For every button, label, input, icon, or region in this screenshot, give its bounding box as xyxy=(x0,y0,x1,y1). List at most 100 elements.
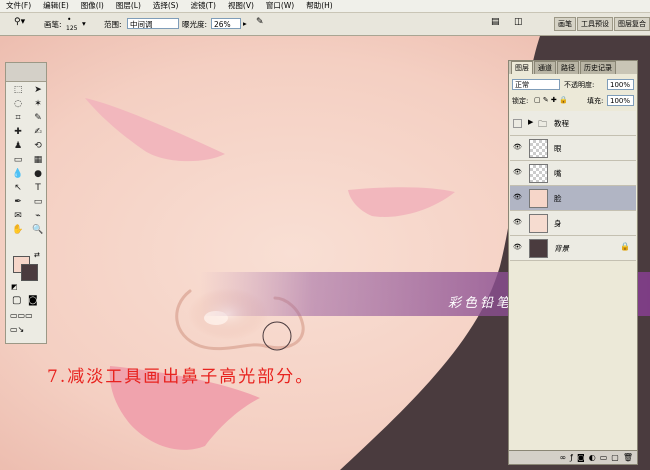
layer-style-icon[interactable]: ƒ xyxy=(570,453,573,462)
history-brush-tool-icon[interactable]: ⟲ xyxy=(29,140,47,153)
menu-help[interactable]: 帮助(H) xyxy=(300,0,339,12)
range-label: 范围: xyxy=(104,20,122,29)
eye-icon[interactable]: 👁 xyxy=(513,194,522,201)
screen-mode-icons[interactable]: ▭▭▭ xyxy=(10,311,33,320)
zoom-tool-icon[interactable]: 🔍 xyxy=(29,224,47,237)
background-color-swatch[interactable] xyxy=(21,264,38,281)
lock-icon: 🔒 xyxy=(620,242,630,251)
crop-tool-icon[interactable]: ⌗ xyxy=(9,112,27,125)
mask-icon[interactable]: ◙ xyxy=(577,453,585,462)
shape-tool-icon[interactable]: ▭ xyxy=(29,196,47,209)
toolbox: ⬚ ➤ ◌ ✶ ⌗ ✎ ✚ ✍ ♟ ⟲ ▭ ▦ 💧 ● ↖ T ✒ ▭ ✉ ⌁ … xyxy=(5,62,47,344)
layers-panel: 图层 通道 路径 历史记录 正常 不透明度: 100% 锁定: ▢ ✎ ✚ 🔒 … xyxy=(508,60,638,465)
layer-name: 教程 xyxy=(554,119,569,128)
layer-name: 身 xyxy=(554,219,562,228)
layer-row-selected[interactable]: 👁 脸 xyxy=(510,186,636,211)
lock-label: 锁定: xyxy=(512,97,529,105)
brush-tool-icon[interactable]: ✍ xyxy=(29,126,47,139)
file-browser-icon[interactable]: ▤ xyxy=(491,17,500,27)
tab-layers[interactable]: 图层 xyxy=(511,61,533,74)
type-tool-icon[interactable]: T xyxy=(29,182,47,195)
tab-channels[interactable]: 通道 xyxy=(534,61,556,74)
layer-row-background[interactable]: 👁 背景 🔒 xyxy=(510,236,636,261)
jump-to-imageready-icon[interactable]: ▭↘ xyxy=(10,325,24,334)
adjustment-layer-icon[interactable]: ◐ xyxy=(589,453,596,462)
opacity-input[interactable]: 100% xyxy=(607,79,634,90)
fill-label: 填充: xyxy=(587,97,604,105)
dodge-tool-icon[interactable]: ● xyxy=(29,168,47,181)
menu-layer[interactable]: 图层(L) xyxy=(110,0,147,12)
menu-view[interactable]: 视图(V) xyxy=(222,0,260,12)
fill-input[interactable]: 100% xyxy=(607,95,634,106)
new-layer-icon[interactable]: ▢ xyxy=(611,453,619,462)
visibility-toggle[interactable] xyxy=(513,119,522,128)
standard-mode-icon[interactable]: ▢ xyxy=(12,295,21,306)
path-selection-tool-icon[interactable]: ↖ xyxy=(9,182,27,195)
layer-row[interactable]: 👁 嘴 xyxy=(510,161,636,186)
healing-brush-tool-icon[interactable]: ✚ xyxy=(9,126,27,139)
panel-tabs: 图层 通道 路径 历史记录 xyxy=(509,61,637,74)
brush-dropdown-icon[interactable]: ▾ xyxy=(82,19,86,28)
menu-filter[interactable]: 滤镜(T) xyxy=(185,0,222,12)
menu-image[interactable]: 图像(I) xyxy=(75,0,110,12)
layer-row[interactable]: 👁 身 xyxy=(510,211,636,236)
brush-size: 125 xyxy=(66,25,78,32)
range-select[interactable]: 中间调 xyxy=(127,18,179,29)
marquee-tool-icon[interactable]: ⬚ xyxy=(9,84,27,97)
layer-row-folder[interactable]: ▶ 🗀 教程 xyxy=(510,111,636,136)
menu-window[interactable]: 窗口(W) xyxy=(260,0,300,12)
menu-select[interactable]: 选择(S) xyxy=(147,0,185,12)
move-tool-icon[interactable]: ➤ xyxy=(29,84,47,97)
magic-wand-tool-icon[interactable]: ✶ xyxy=(29,98,47,111)
tab-history[interactable]: 历史记录 xyxy=(580,61,616,74)
slice-tool-icon[interactable]: ✎ xyxy=(29,112,47,125)
lasso-tool-icon[interactable]: ◌ xyxy=(9,98,27,111)
well-tab-layer-comps[interactable]: 图层复合 xyxy=(614,17,650,31)
tab-paths[interactable]: 路径 xyxy=(557,61,579,74)
layer-thumbnail xyxy=(529,164,548,183)
menu-edit[interactable]: 编辑(E) xyxy=(37,0,75,12)
layer-thumbnail xyxy=(529,214,548,233)
gradient-tool-icon[interactable]: ▦ xyxy=(29,154,47,167)
airbrush-icon[interactable]: ✎ xyxy=(256,17,264,27)
exposure-input[interactable]: 26% xyxy=(211,18,241,29)
well-tab-tool-presets[interactable]: 工具预设 xyxy=(577,17,613,31)
step-caption: 7.减淡工具画出鼻子高光部分。 xyxy=(47,367,315,387)
notes-tool-icon[interactable]: ✉ xyxy=(9,210,27,223)
clone-stamp-tool-icon[interactable]: ♟ xyxy=(9,140,27,153)
eyedropper-tool-icon[interactable]: ⌁ xyxy=(29,210,47,223)
quick-mask-icon[interactable]: ◙ xyxy=(28,295,38,306)
blend-row: 正常 不透明度: 100% xyxy=(512,79,634,91)
toolbox-header[interactable] xyxy=(6,63,46,82)
well-tab-brushes[interactable]: 画笔 xyxy=(554,17,576,31)
layer-name: 眼 xyxy=(554,144,562,153)
layers-panel-footer: ∞ ƒ ◙ ◐ ▭ ▢ 🗑 xyxy=(509,450,637,464)
blur-tool-icon[interactable]: 💧 xyxy=(9,168,27,181)
trash-icon[interactable]: 🗑 xyxy=(623,453,633,462)
hand-tool-icon[interactable]: ✋ xyxy=(9,224,27,237)
eraser-tool-icon[interactable]: ▭ xyxy=(9,154,27,167)
blend-mode-select[interactable]: 正常 xyxy=(512,79,560,90)
expand-arrow-icon[interactable]: ▶ xyxy=(528,118,533,126)
menu-file[interactable]: 文件(F) xyxy=(0,0,37,12)
new-group-icon[interactable]: ▭ xyxy=(600,453,608,462)
default-colors-icon[interactable]: ◩ xyxy=(11,283,18,291)
pen-tool-icon[interactable]: ✒ xyxy=(9,196,27,209)
layer-thumbnail xyxy=(529,239,548,258)
brush-preset-icon[interactable]: • xyxy=(67,15,71,24)
palette-well-icon[interactable]: ◫ xyxy=(514,17,523,27)
swap-colors-icon[interactable]: ⇄ xyxy=(34,251,40,259)
eye-icon[interactable]: 👁 xyxy=(513,219,522,226)
menu-bar: 文件(F) 编辑(E) 图像(I) 图层(L) 选择(S) 滤镜(T) 视图(V… xyxy=(0,0,650,13)
eye-icon[interactable]: 👁 xyxy=(513,144,522,151)
eye-icon[interactable]: 👁 xyxy=(513,244,522,251)
layer-thumbnail xyxy=(529,189,548,208)
layer-row[interactable]: 👁 眼 xyxy=(510,136,636,161)
folder-icon: 🗀 xyxy=(538,120,548,130)
exposure-dropdown-icon[interactable]: ▸ xyxy=(243,19,247,28)
eye-icon[interactable]: 👁 xyxy=(513,169,522,176)
lock-icons[interactable]: ▢ ✎ ✚ 🔒 xyxy=(534,96,568,104)
dodge-tool-icon[interactable]: ⚲▾ xyxy=(14,17,25,27)
layer-name: 背景 xyxy=(554,244,569,253)
link-icon[interactable]: ∞ xyxy=(559,453,566,462)
